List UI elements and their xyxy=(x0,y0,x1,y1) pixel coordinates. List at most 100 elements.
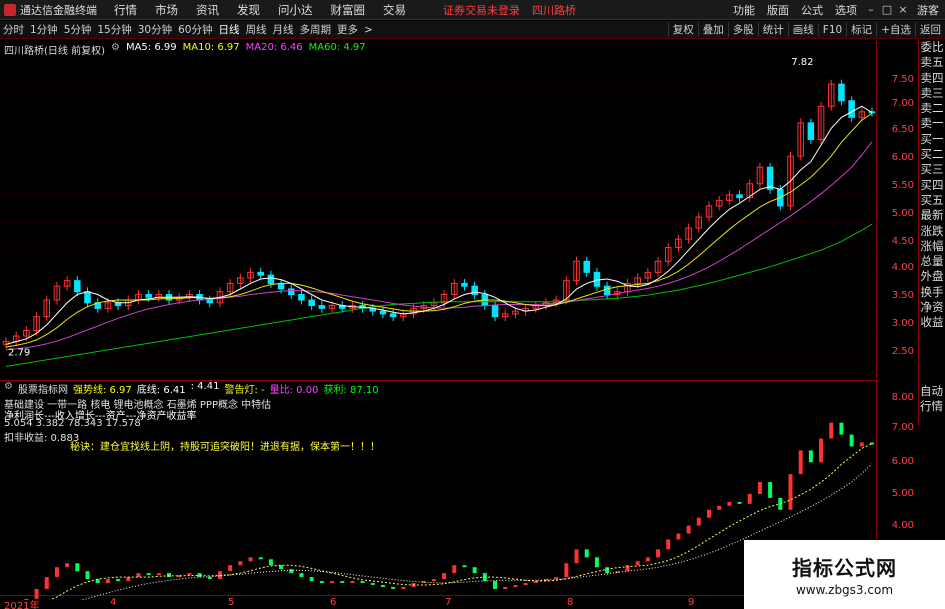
side-item-bid5[interactable]: 买五 xyxy=(919,193,945,208)
price-tick: 7.50 xyxy=(891,74,914,85)
chart-svg: 7.82 2.79 xyxy=(0,57,877,600)
side-item-market[interactable]: 行情 xyxy=(918,399,945,414)
signal-bar xyxy=(126,577,131,582)
candle-body xyxy=(288,288,295,296)
signal-bar xyxy=(238,561,243,566)
side-item-ask5[interactable]: 卖五 xyxy=(919,55,945,70)
side-item-earnings[interactable]: 收益 xyxy=(919,315,945,330)
signal-bar xyxy=(146,573,151,576)
candle-body xyxy=(145,294,152,298)
side-item-bid2[interactable]: 买二 xyxy=(919,147,945,162)
indicator-tick: 8.00 xyxy=(891,392,914,403)
signal-bar xyxy=(666,539,671,550)
price-tick: 4.50 xyxy=(891,236,914,247)
signal-bar xyxy=(228,565,233,572)
candle-body xyxy=(736,194,743,199)
side-item-volume[interactable]: 总量 xyxy=(919,254,945,269)
signal-bar xyxy=(839,422,844,435)
side-item-ask1[interactable]: 卖一 xyxy=(919,116,945,131)
maximize-icon[interactable]: □ xyxy=(879,3,895,16)
signal-bar xyxy=(737,501,742,504)
strength-line xyxy=(49,443,873,600)
site-watermark: 指标公式网 www.zbgs3.com xyxy=(744,540,945,609)
signal-bar xyxy=(757,482,762,494)
signal-bar xyxy=(503,586,508,589)
signal-bar xyxy=(849,434,854,447)
candle-body xyxy=(318,305,326,309)
side-item-bid4[interactable]: 买四 xyxy=(919,178,945,193)
side-item-bid1[interactable]: 买一 xyxy=(919,132,945,147)
side-item-auto[interactable]: 自动 xyxy=(918,384,945,399)
signal-bar xyxy=(442,573,447,580)
signal-bar xyxy=(808,450,813,463)
side-item-latest[interactable]: 最新 xyxy=(919,208,945,223)
watermark-title: 指标公式网 xyxy=(792,556,897,580)
ma20-line xyxy=(5,141,873,351)
signal-bar xyxy=(360,581,365,584)
signal-bar xyxy=(513,585,518,587)
watermark-url: www.zbgs3.com xyxy=(795,583,894,597)
back-button[interactable]: 返回 xyxy=(915,22,945,37)
signal-bar xyxy=(645,557,650,562)
signal-bar xyxy=(34,588,39,599)
signal-bar xyxy=(859,442,864,447)
side-item-bid3[interactable]: 买三 xyxy=(919,162,945,177)
indicator-tick: 4.00 xyxy=(891,520,914,531)
price-tick: 7.00 xyxy=(891,98,914,109)
side-item-ask4[interactable]: 卖四 xyxy=(919,71,945,86)
signal-bar xyxy=(625,565,630,572)
signal-bar xyxy=(584,549,589,558)
side-item-ask2[interactable]: 卖二 xyxy=(919,101,945,116)
side-item-bid-ratio[interactable]: 委比 xyxy=(919,40,945,55)
add-watchlist-button[interactable]: +自选 xyxy=(876,22,915,37)
signal-bar xyxy=(431,579,436,582)
ma5-line xyxy=(5,105,873,345)
signal-bar xyxy=(136,573,141,578)
candle-body xyxy=(491,305,499,318)
side-item-net-assets[interactable]: 净资 xyxy=(919,300,945,315)
signal-bar xyxy=(523,583,528,586)
signal-bar xyxy=(819,438,824,463)
signal-bar xyxy=(564,563,569,578)
signal-bar xyxy=(54,567,59,578)
price-tick: 6.50 xyxy=(891,124,914,135)
candle-body xyxy=(766,166,774,190)
signal-bar xyxy=(462,565,467,568)
high-price-label: 7.82 xyxy=(791,57,813,68)
candle-body xyxy=(277,282,285,290)
signal-bar xyxy=(350,581,355,584)
signal-bar xyxy=(717,505,722,510)
close-icon[interactable]: × xyxy=(895,3,911,16)
signal-bar xyxy=(258,557,263,560)
indicator-tick: 5.00 xyxy=(891,488,914,499)
candle-body xyxy=(267,274,275,284)
signal-bar xyxy=(340,581,345,584)
side-item-change-pct[interactable]: 涨幅 xyxy=(919,239,945,254)
candle-body xyxy=(603,285,611,296)
signal-bar xyxy=(768,482,773,498)
side-item-outer[interactable]: 外盘 xyxy=(919,269,945,284)
signal-bar xyxy=(401,586,406,589)
signal-bar xyxy=(747,493,752,504)
signal-bar xyxy=(248,557,253,562)
signal-bar xyxy=(156,573,161,576)
signal-bar xyxy=(686,525,691,534)
indicator-tick: 7.00 xyxy=(891,422,914,433)
side-item-ask3[interactable]: 卖三 xyxy=(919,86,945,101)
signal-bar xyxy=(187,573,192,576)
signal-bar xyxy=(829,422,834,439)
indicator-tick: 6.00 xyxy=(891,456,914,467)
signal-bar xyxy=(798,450,803,475)
side-item-change[interactable]: 涨跌 xyxy=(919,224,945,239)
candle-body xyxy=(206,299,214,304)
guest-label[interactable]: 游客 xyxy=(911,2,945,18)
signal-bar xyxy=(75,563,80,572)
candle-body xyxy=(84,291,91,304)
candle-body xyxy=(379,310,387,315)
candle-body xyxy=(838,83,845,102)
signal-bar xyxy=(289,569,294,574)
signal-bar xyxy=(554,577,559,580)
signal-bar xyxy=(207,577,212,580)
side-item-turnover[interactable]: 换手 xyxy=(919,285,945,300)
price-tick: 6.00 xyxy=(891,152,914,163)
